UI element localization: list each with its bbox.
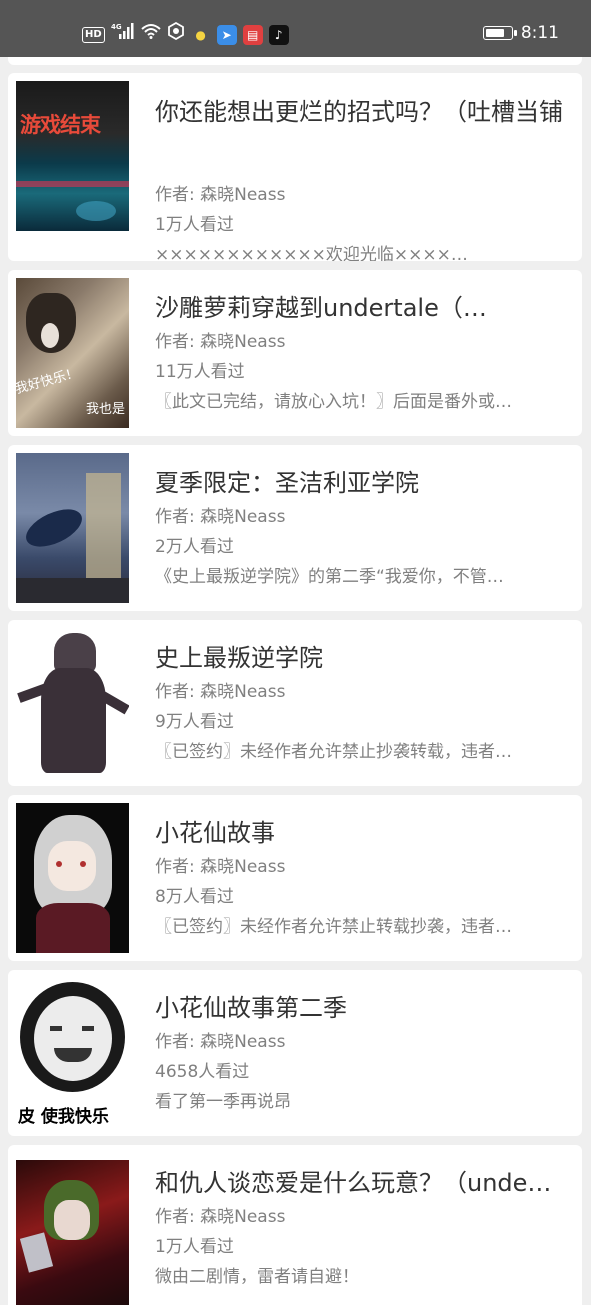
book-app-icon: ▤ [242, 24, 263, 45]
book-description: 〖此文已完结，请放心入坑！〗后面是番外或… [155, 392, 512, 412]
cover-caption-text: 皮 使我快乐 [18, 1107, 109, 1127]
bulb-icon: ● [195, 27, 206, 42]
book-description: 〖已签约〗未经作者允许禁止转载抄袭，违者… [155, 917, 512, 937]
status-bar-left: HD 4G ● ➤ ▤ ♪ [82, 21, 289, 47]
book-description: 《史上最叛逆学院》的第二季“我爱你，不管… [155, 567, 504, 587]
book-card[interactable]: 皮 使我快乐 小花仙故事第二季 作者: 森晓Neass 4658人看过 看了第一… [8, 970, 582, 1136]
book-cover-image[interactable]: 我好快乐！ 我也是 [16, 278, 129, 428]
network-type-label: 4G [111, 23, 122, 31]
book-cover-image[interactable]: 游戏结束 [16, 81, 129, 231]
book-views: 8万人看过 [155, 887, 234, 907]
book-title[interactable]: 你还能想出更烂的招式吗？（吐槽当铺 [155, 97, 582, 127]
book-views: 11万人看过 [155, 362, 245, 382]
book-author: 作者: 森晓Neass [155, 857, 286, 877]
book-cover-image[interactable] [16, 628, 129, 778]
hd-icon: HD [82, 26, 105, 43]
book-title[interactable]: 和仇人谈恋爱是什么玩意？（unde… [155, 1168, 574, 1198]
shield-icon [167, 21, 185, 47]
book-card[interactable]: 我好快乐！ 我也是 沙雕萝莉穿越到undertale（… 作者: 森晓Neass… [8, 270, 582, 436]
clock: 8:11 [520, 23, 559, 43]
book-cover-image[interactable] [16, 453, 129, 603]
book-description: ××××××××××××欢迎光临××××… [155, 245, 468, 261]
book-cover-image[interactable] [16, 1160, 129, 1305]
battery-level [485, 29, 505, 37]
wifi-icon [141, 23, 161, 46]
tiktok-app-icon: ♪ [268, 24, 289, 45]
book-author: 作者: 森晓Neass [155, 1207, 286, 1227]
book-views: 9万人看过 [155, 712, 234, 732]
book-title[interactable]: 沙雕萝莉穿越到undertale（… [155, 293, 494, 323]
book-author: 作者: 森晓Neass [155, 1032, 286, 1052]
book-card[interactable]: 史上最叛逆学院 作者: 森晓Neass 9万人看过 〖已签约〗未经作者允许禁止抄… [8, 620, 582, 786]
book-description: 看了第一季再说昂 [155, 1092, 291, 1112]
cover-caption-text: 我也是 [86, 402, 126, 417]
book-description: 微由二剧情，雷者请自避！ [155, 1267, 359, 1287]
book-views: 4658人看过 [155, 1062, 250, 1082]
signal-icon: 4G [111, 22, 135, 47]
status-bar: HD 4G ● ➤ ▤ ♪ 8:11 [0, 0, 591, 57]
book-title[interactable]: 夏季限定：圣洁利亚学院 [155, 468, 582, 498]
cover-title-text: 游戏结束 [20, 113, 101, 137]
book-description: 〖已签约〗未经作者允许禁止抄袭转载，违者… [155, 742, 512, 762]
previous-card-edge [8, 57, 582, 65]
book-cover-image[interactable] [16, 803, 129, 953]
book-card[interactable]: 小花仙故事 作者: 森晓Neass 8万人看过 〖已签约〗未经作者允许禁止转载抄… [8, 795, 582, 961]
book-card[interactable]: 和仇人谈恋爱是什么玩意？（unde… 作者: 森晓Neass 1万人看过 微由二… [8, 1145, 582, 1305]
cover-caption-text: 我好快乐！ [16, 365, 81, 398]
book-author: 作者: 森晓Neass [155, 507, 286, 527]
book-author: 作者: 森晓Neass [155, 332, 286, 352]
book-card[interactable]: 游戏结束 你还能想出更烂的招式吗？（吐槽当铺 作者: 森晓Neass 1万人看过… [8, 73, 582, 261]
book-views: 1万人看过 [155, 1237, 234, 1257]
status-bar-right: 8:11 [482, 23, 559, 43]
book-title[interactable]: 小花仙故事 [155, 818, 582, 848]
book-views: 1万人看过 [155, 215, 234, 235]
book-cover-image[interactable]: 皮 使我快乐 [16, 978, 129, 1128]
book-author: 作者: 森晓Neass [155, 682, 286, 702]
book-views: 2万人看过 [155, 537, 234, 557]
send-app-icon: ➤ [216, 24, 237, 45]
book-title[interactable]: 史上最叛逆学院 [155, 643, 582, 673]
battery-icon [482, 26, 517, 40]
book-card[interactable]: 夏季限定：圣洁利亚学院 作者: 森晓Neass 2万人看过 《史上最叛逆学院》的… [8, 445, 582, 611]
book-title[interactable]: 小花仙故事第二季 [155, 993, 582, 1023]
book-author: 作者: 森晓Neass [155, 185, 286, 205]
